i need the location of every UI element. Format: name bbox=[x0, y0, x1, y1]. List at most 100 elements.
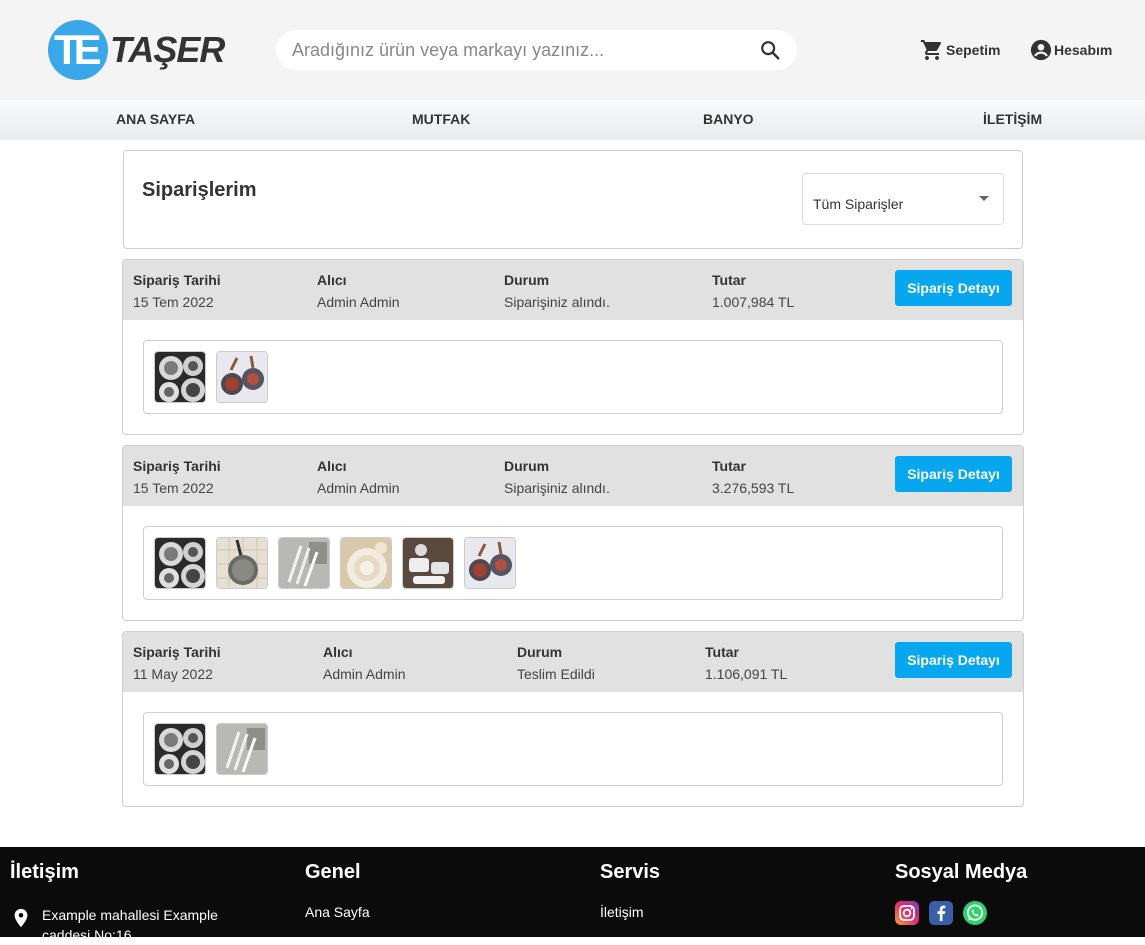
product-thumbnail-dinnerware-set[interactable] bbox=[154, 723, 206, 775]
logo[interactable]: TE TAŞER bbox=[48, 20, 228, 80]
search-bar bbox=[276, 30, 797, 70]
order-status-value: Siparişiniz alındı. bbox=[504, 480, 610, 496]
order-recipient-label: Alıcı bbox=[317, 458, 347, 474]
order-status-column: Durum Siparişiniz alındı. bbox=[504, 272, 610, 310]
nav-item-kitchen[interactable]: MUTFAK bbox=[412, 111, 470, 127]
order-date-value: 11 May 2022 bbox=[133, 666, 213, 682]
product-thumbnail-cutlery-set[interactable] bbox=[278, 537, 330, 589]
order-total-label: Tutar bbox=[712, 458, 746, 474]
order-summary-bar: Sipariş Tarihi 15 Tem 2022 Alıcı Admin A… bbox=[123, 260, 1023, 320]
order-filter-value: Tüm Siparişler bbox=[813, 196, 904, 212]
order-recipient-column: Alıcı Admin Admin bbox=[317, 272, 399, 310]
order-products bbox=[143, 712, 1003, 786]
order-detail-button[interactable]: Sipariş Detayı bbox=[895, 642, 1012, 678]
order-date-column: Sipariş Tarihi 15 Tem 2022 bbox=[133, 272, 221, 310]
whatsapp-icon[interactable] bbox=[963, 901, 987, 925]
header: TE TAŞER Sepetim Hesabım bbox=[0, 0, 1145, 100]
order-total-value: 1.106,091 TL bbox=[705, 666, 788, 682]
order-detail-button[interactable]: Sipariş Detayı bbox=[895, 270, 1012, 306]
footer-link-contact[interactable]: İletişim bbox=[600, 904, 660, 920]
order-total-label: Tutar bbox=[705, 644, 739, 660]
footer-social-column: Sosyal Medya bbox=[895, 861, 1027, 925]
order-filter-select[interactable]: Tüm Siparişler bbox=[802, 173, 1004, 225]
order-recipient-value: Admin Admin bbox=[317, 294, 400, 310]
order-summary-bar: Sipariş Tarihi 11 May 2022 Alıcı Admin A… bbox=[123, 632, 1023, 692]
footer-link-home[interactable]: Ana Sayfa bbox=[305, 904, 370, 920]
order-recipient-column: Alıcı Admin Admin bbox=[317, 458, 399, 496]
order-total-column: Tutar 1.007,984 TL bbox=[712, 272, 794, 310]
cart-link[interactable]: Sepetim bbox=[920, 38, 1000, 62]
logo-badge: TE bbox=[48, 20, 108, 80]
order-summary-bar: Sipariş Tarihi 15 Tem 2022 Alıcı Admin A… bbox=[123, 446, 1023, 506]
footer-general-title: Genel bbox=[305, 861, 361, 883]
order-recipient-label: Alıcı bbox=[323, 644, 353, 660]
order-total-value: 1.007,984 TL bbox=[712, 294, 795, 310]
product-thumbnail-frying-pan-set[interactable] bbox=[464, 537, 516, 589]
page-title: Siparişlerim bbox=[142, 179, 257, 201]
order-total-column: Tutar 1.106,091 TL bbox=[705, 644, 787, 682]
order-status-label: Durum bbox=[517, 644, 563, 660]
footer: İletişim Example mahallesi Example cadde… bbox=[0, 847, 1145, 943]
order-recipient-value: Admin Admin bbox=[323, 666, 406, 682]
facebook-icon[interactable] bbox=[929, 901, 953, 925]
order-status-label: Durum bbox=[504, 272, 550, 288]
order-total-label: Tutar bbox=[712, 272, 746, 288]
footer-service-title: Servis bbox=[600, 861, 661, 883]
product-thumbnail-grill-pan[interactable] bbox=[216, 537, 268, 589]
order-status-label: Durum bbox=[504, 458, 550, 474]
order-products bbox=[143, 340, 1003, 414]
cart-label: Sepetim bbox=[946, 42, 1001, 58]
order-date-label: Sipariş Tarihi bbox=[133, 644, 221, 660]
footer-contact-title: İletişim bbox=[10, 861, 79, 883]
order-date-column: Sipariş Tarihi 11 May 2022 bbox=[133, 644, 221, 682]
order-detail-button[interactable]: Sipariş Detayı bbox=[895, 456, 1012, 492]
order-status-value: Teslim Edildi bbox=[517, 666, 595, 682]
product-thumbnail-cutlery-set[interactable] bbox=[216, 723, 268, 775]
footer-social-title: Sosyal Medya bbox=[895, 861, 1028, 883]
order-date-value: 15 Tem 2022 bbox=[133, 294, 214, 310]
instagram-icon[interactable] bbox=[895, 901, 919, 925]
orders-header: Siparişlerim Tüm Siparişler bbox=[123, 150, 1023, 249]
account-label: Hesabım bbox=[1054, 42, 1113, 58]
order-status-column: Durum Siparişiniz alındı. bbox=[504, 458, 610, 496]
nav-item-bathroom[interactable]: BANYO bbox=[703, 111, 754, 127]
product-thumbnail-plate-set[interactable] bbox=[340, 537, 392, 589]
order-card: Sipariş Tarihi 15 Tem 2022 Alıcı Admin A… bbox=[122, 259, 1024, 435]
order-recipient-value: Admin Admin bbox=[317, 480, 400, 496]
chevron-down-icon bbox=[979, 196, 989, 201]
logo-letters: TE bbox=[54, 26, 102, 73]
location-pin-icon bbox=[14, 908, 28, 928]
order-card: Sipariş Tarihi 11 May 2022 Alıcı Admin A… bbox=[122, 631, 1024, 807]
order-products bbox=[143, 526, 1003, 600]
cart-icon bbox=[921, 40, 942, 60]
order-date-value: 15 Tem 2022 bbox=[133, 480, 214, 496]
order-recipient-label: Alıcı bbox=[317, 272, 347, 288]
footer-general-column: Genel Ana Sayfa bbox=[305, 861, 370, 920]
search-icon[interactable] bbox=[759, 39, 781, 61]
account-icon bbox=[1030, 39, 1052, 61]
order-status-column: Durum Teslim Edildi bbox=[517, 644, 595, 682]
nav-item-home[interactable]: ANA SAYFA bbox=[116, 111, 195, 127]
social-links bbox=[895, 901, 1027, 925]
logo-text: TAŞER bbox=[110, 29, 225, 70]
order-date-label: Sipariş Tarihi bbox=[133, 272, 221, 288]
order-recipient-column: Alıcı Admin Admin bbox=[323, 644, 405, 682]
product-thumbnail-frying-pan-set[interactable] bbox=[216, 351, 268, 403]
order-total-value: 3.276,593 TL bbox=[712, 480, 795, 496]
product-thumbnail-dinnerware-set[interactable] bbox=[154, 351, 206, 403]
order-total-column: Tutar 3.276,593 TL bbox=[712, 458, 794, 496]
product-thumbnail-dinnerware-set[interactable] bbox=[154, 537, 206, 589]
product-thumbnail-serving-set[interactable] bbox=[402, 537, 454, 589]
main-nav: ANA SAYFA MUTFAK BANYO İLETİŞİM bbox=[0, 100, 1145, 140]
footer-contact-column: İletişim bbox=[10, 861, 79, 884]
order-date-label: Sipariş Tarihi bbox=[133, 458, 221, 474]
footer-address: Example mahallesi Example caddesi No:16 bbox=[10, 905, 242, 945]
search-input[interactable] bbox=[292, 39, 759, 61]
footer-address-text: Example mahallesi Example caddesi No:16 bbox=[42, 907, 218, 943]
order-date-column: Sipariş Tarihi 15 Tem 2022 bbox=[133, 458, 221, 496]
order-card: Sipariş Tarihi 15 Tem 2022 Alıcı Admin A… bbox=[122, 445, 1024, 621]
nav-item-contact[interactable]: İLETİŞİM bbox=[983, 111, 1042, 127]
account-link[interactable]: Hesabım bbox=[1030, 38, 1112, 62]
order-status-value: Siparişiniz alındı. bbox=[504, 294, 610, 310]
footer-service-column: Servis İletişim bbox=[600, 861, 660, 920]
